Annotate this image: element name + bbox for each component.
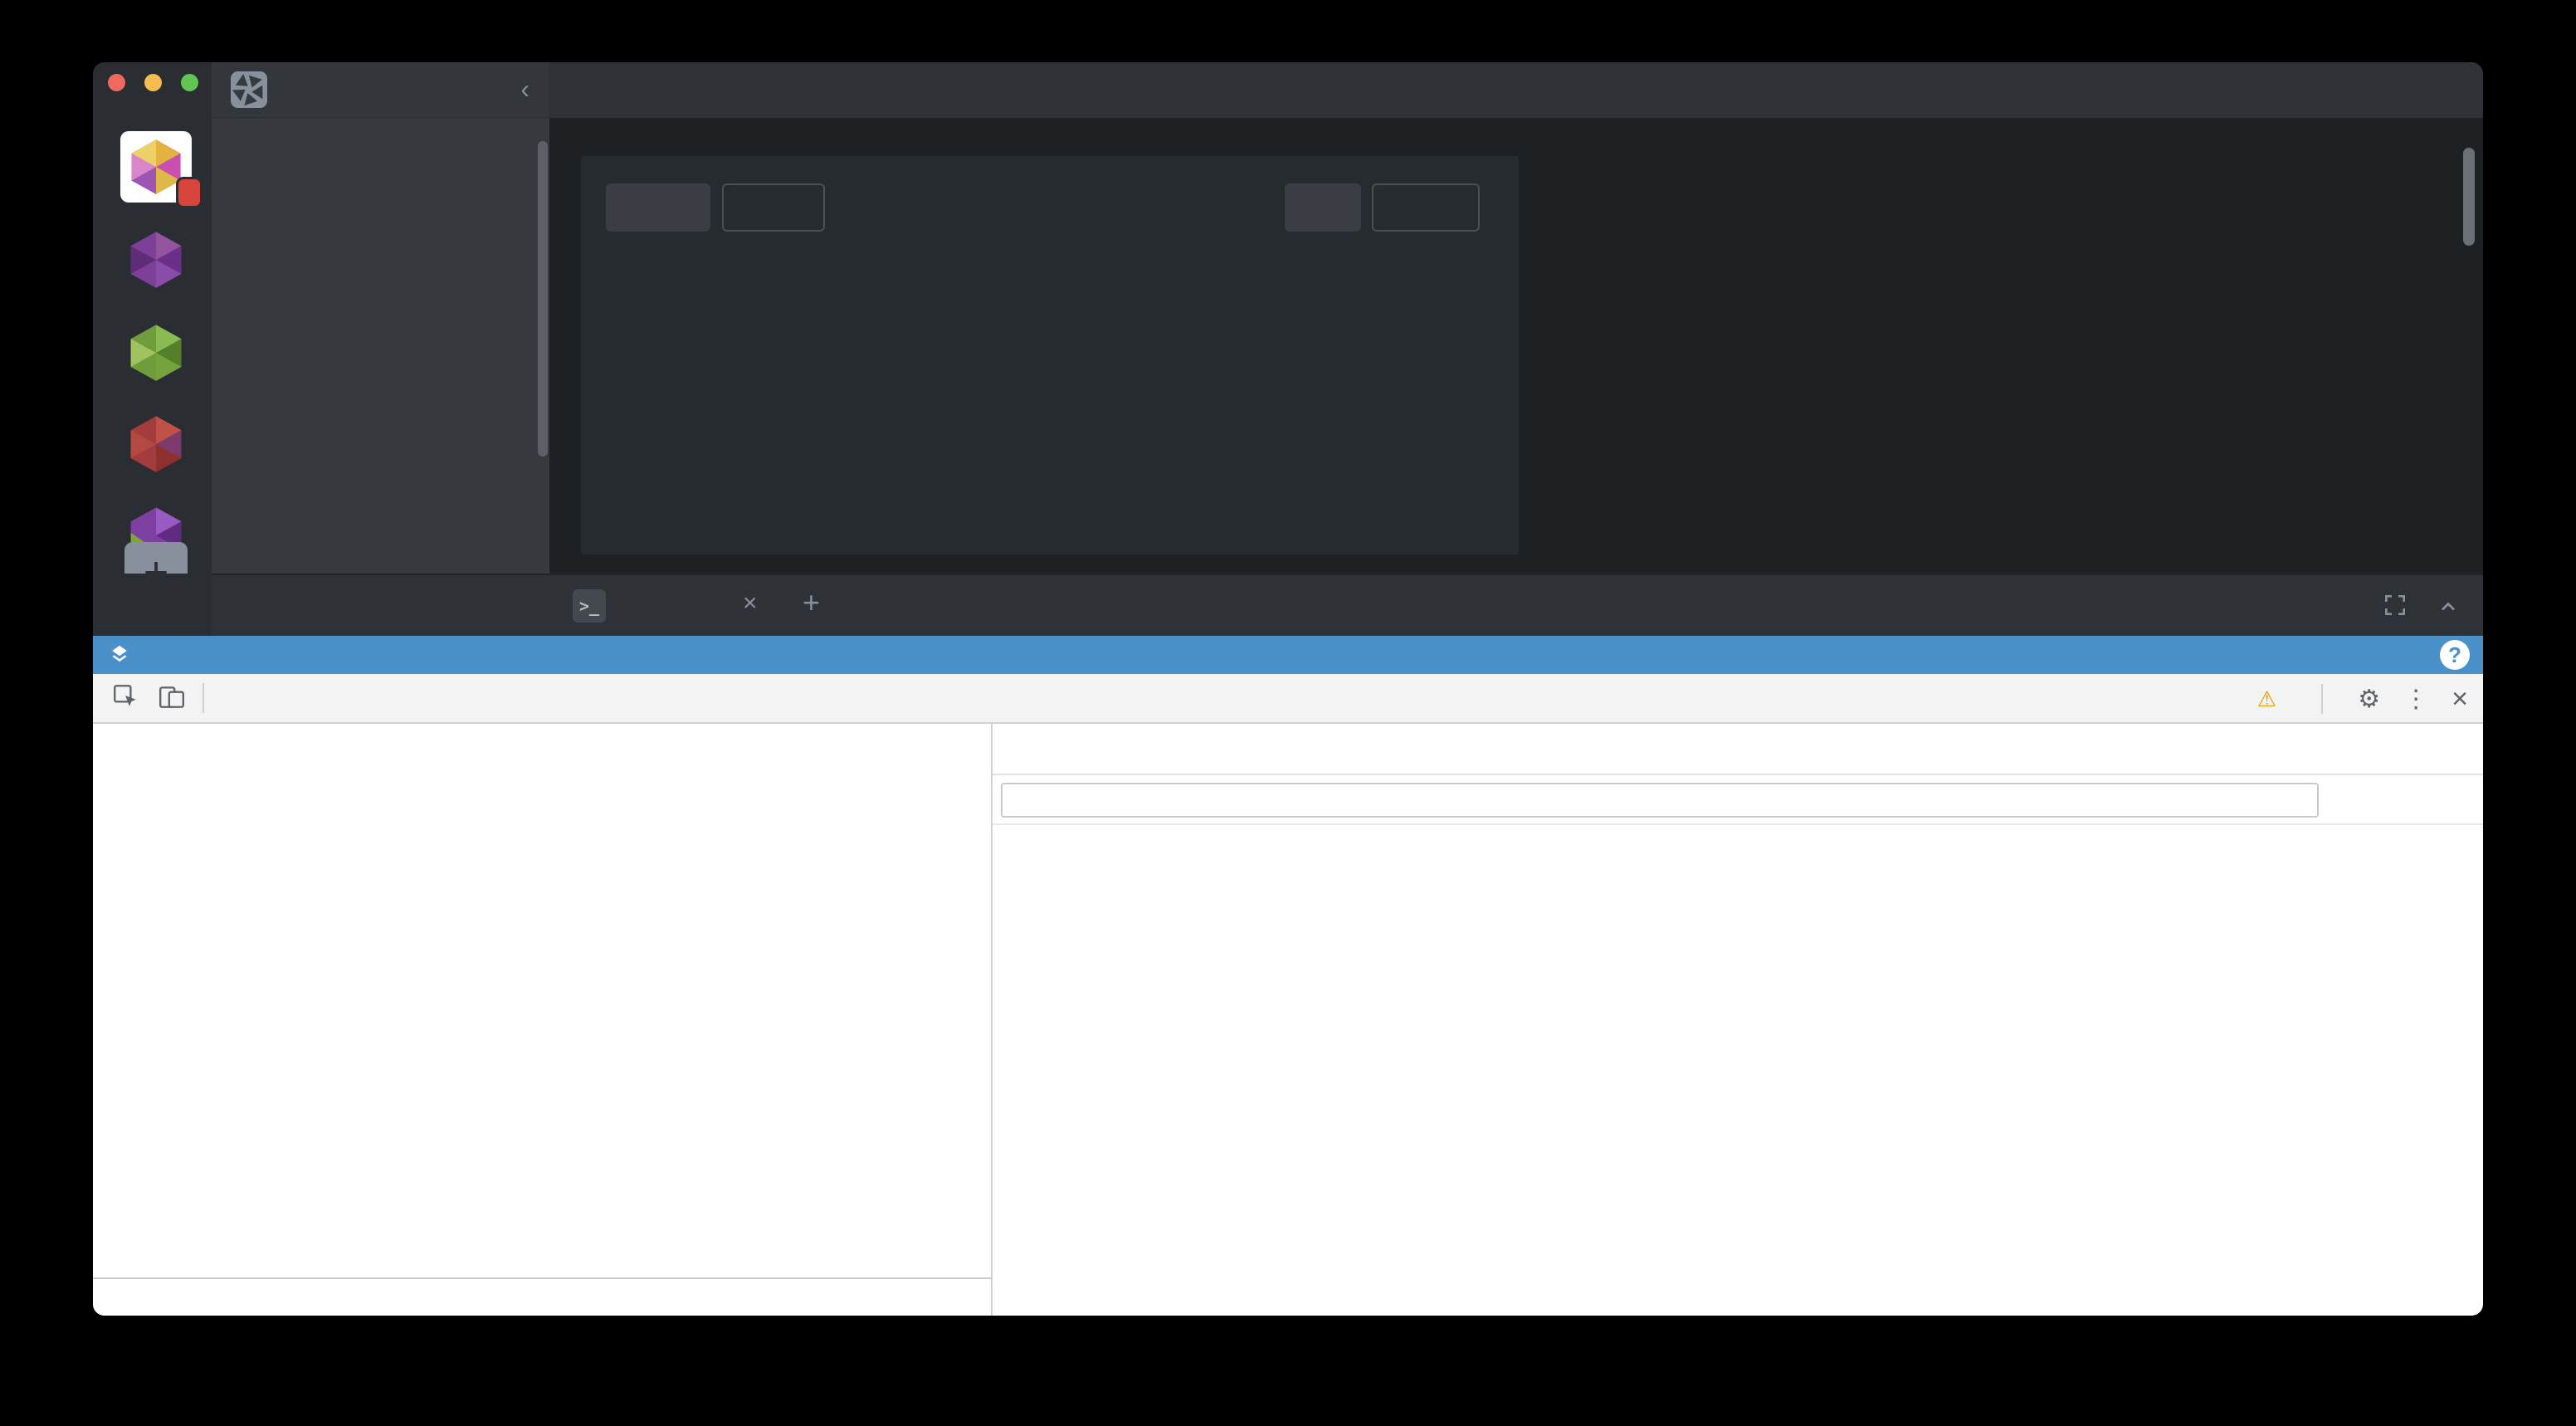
cluster-rail-footer [93,574,212,636]
cluster-rail: + [93,62,212,574]
minimize-window-button[interactable] [144,74,162,91]
styles-pane [991,724,2483,1316]
cluster-hexagon-icon [126,413,186,473]
add-terminal-icon[interactable]: + [803,585,820,620]
metric-cpu-button[interactable] [1285,183,1361,232]
metric-memory-button[interactable] [1372,183,1480,232]
main-scrollbar[interactable] [2463,148,2475,246]
cluster-hexagon-icon [126,322,186,382]
notification-badge [176,177,202,208]
terminal-icon: >_ [573,589,606,623]
sidebar-scrollbar[interactable] [538,141,548,457]
kebab-menu-icon[interactable]: ⋮ [2403,685,2428,714]
cluster-hexagon-icon [126,229,186,289]
kube-context-bar: ? [93,636,2483,674]
devtools-tabbar: ⚠ ⚙ ⋮ × [93,674,2483,724]
divider [202,683,204,713]
devtools: ⚠ ⚙ ⋮ × [93,674,2483,1316]
close-terminal-icon[interactable]: × [743,589,758,618]
warning-icon: ⚠ [2257,686,2276,712]
sidebar-header: ‹ [212,62,549,118]
help-button[interactable]: ? [2440,640,2470,670]
device-toolbar-icon[interactable] [158,682,186,715]
divider [2321,684,2323,714]
cluster-usage-chart-panel [581,156,1519,554]
filter-worker-button[interactable] [722,183,825,232]
console-warnings[interactable]: ⚠ [2257,686,2281,712]
elements-tree-pane [93,724,991,1316]
app-window: + ‹ [93,62,2483,1316]
close-window-button[interactable] [108,74,125,91]
lens-logo-icon [231,71,267,108]
zoom-window-button[interactable] [181,74,198,91]
sidebar: ‹ [212,62,549,574]
expand-dock-icon[interactable] [2382,592,2408,623]
dock-bar: >_ × + [212,574,2483,636]
styles-rules [993,825,2483,1316]
cluster-tile[interactable] [120,229,192,289]
page-header [549,62,2483,118]
styles-filter-input[interactable] [1001,783,2319,818]
filter-master-button[interactable] [606,183,710,232]
chevron-up-icon[interactable] [2437,595,2460,623]
styles-subtabs [993,724,2483,775]
collapse-sidebar-icon[interactable]: ‹ [520,74,529,105]
inspect-element-icon[interactable] [111,682,139,715]
cluster-tile[interactable] [120,322,192,382]
settings-gear-icon[interactable]: ⚙ [2358,685,2380,714]
cluster-tile[interactable] [120,413,192,473]
main-content [549,62,2483,584]
styles-filter-row [993,775,2483,825]
close-devtools-icon[interactable]: × [2452,683,2468,715]
breadcrumb [93,1277,991,1316]
namespace-icon [107,642,132,667]
